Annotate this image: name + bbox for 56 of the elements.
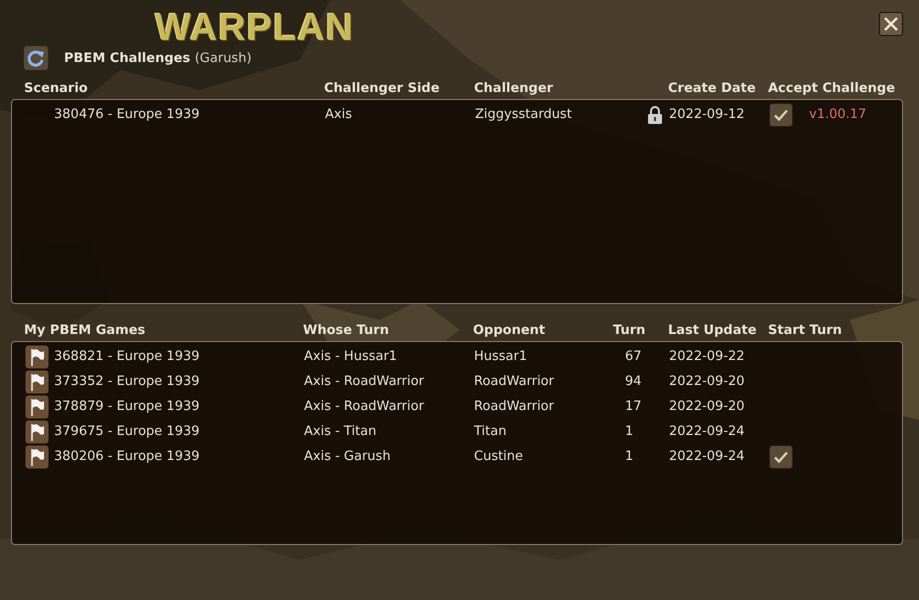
check-icon [769,102,793,126]
flag-icon[interactable] [25,444,49,468]
table-cell-text: 2022-09-22 [669,349,746,364]
table-cell-text: RoadWarrior [474,374,555,389]
column-header: Last Update [668,323,758,338]
logo: WARPLAN [155,8,354,48]
table-cell: 379675 - Europe 1939 [54,424,200,439]
close-icon [882,15,900,33]
accept-checkbox[interactable] [769,102,793,126]
column-header: Challenger [474,81,554,96]
table-cell-text: 2022-09-20 [669,399,746,414]
flag-icon[interactable] [25,370,49,394]
version-label: v1.00.17 [809,107,866,122]
table-cell: 378879 - Europe 1939 [54,399,200,414]
table-cell: 380206 - Europe 1939 [54,449,200,464]
refresh-icon [26,48,46,68]
column-header: Whose Turn [303,323,390,338]
table-cell: 373352 - Europe 1939 [54,374,200,389]
table-cell-text: Axis [325,107,353,122]
flag-icon[interactable] [25,344,49,368]
column-header: Scenario [24,81,89,96]
table-cell-text: 67 [624,349,643,364]
table-cell-text: 2022-09-24 [669,449,746,464]
table-cell-text: 2022-09-12 [669,107,746,122]
column-header: Challenger Side [324,81,441,96]
table-cell-text: Axis - Garush [304,449,392,464]
close-button[interactable] [879,12,903,36]
table-cell-text: Custine [474,449,524,464]
column-header: Opponent [473,323,546,338]
section-title: PBEM Challenges (Garush) [64,50,252,66]
table-cell: 368821 - Europe 1939 [54,349,200,364]
table-cell-text: 17 [624,399,643,414]
table-cell-text: Titan [474,424,508,439]
column-header: Turn [613,323,646,338]
table-cell-text: 380476 - Europe 1939 [53,107,201,122]
flag-icon[interactable] [25,394,49,418]
table-cell-text: Axis - RoadWarrior [304,374,425,389]
column-header: My PBEM Games [24,323,146,338]
column-header: Accept Challenge [768,81,896,96]
table-cell-text: Axis - Titan [304,424,378,439]
table-cell-text: Axis - Hussar1 [304,349,398,364]
column-header: Start Turn [768,323,843,338]
table-cell-text: Ziggysstardust [475,107,573,122]
start-turn-checkbox[interactable] [769,444,793,468]
table-cell-text: 1 [624,449,634,464]
table-cell-text: Hussar1 [474,349,528,364]
flag-icon[interactable] [25,420,49,444]
table-cell-text: RoadWarrior [474,399,555,414]
table-cell-text: 2022-09-20 [669,374,746,389]
column-header: Create Date [668,81,757,96]
table-cell-text: 94 [624,374,643,389]
check-icon [769,444,793,468]
refresh-button[interactable] [24,46,48,70]
table-cell-text: 2022-09-24 [669,424,746,439]
table-cell-text: Axis - RoadWarrior [304,399,425,414]
table-cell-text: 1 [624,424,634,439]
